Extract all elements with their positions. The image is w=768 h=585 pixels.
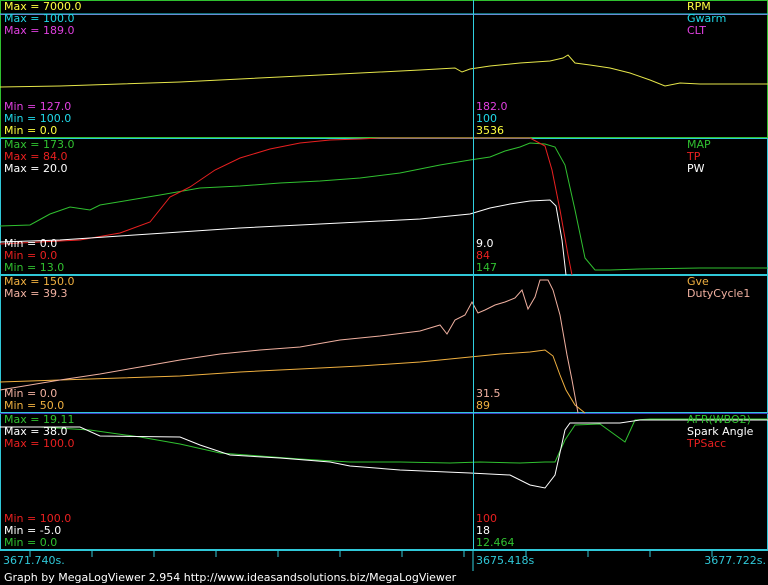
- panel2-cursor-value: 147: [476, 261, 497, 274]
- panel-border-1: [0, 0, 768, 138]
- panel1-cursor-value: 3536: [476, 124, 504, 137]
- panel2-channel-name: PW: [687, 162, 705, 175]
- panel3-channel-name: DutyCycle1: [687, 287, 751, 300]
- panel-border-3: [0, 275, 768, 413]
- panel2-max-label: Max = 20.0: [4, 162, 68, 175]
- footer-credit: Graph by MegaLogViewer 2.954 http://www.…: [0, 571, 768, 585]
- panel4-channel-name: TPSacc: [687, 437, 727, 450]
- time-cursor-label: 3675.418s: [476, 554, 535, 567]
- panel4-max-label: Max = 100.0: [4, 437, 75, 450]
- panel1-min-label: Min = 0.0: [4, 124, 58, 137]
- panel1-channel-name: CLT: [687, 24, 707, 37]
- map-trace: [0, 142, 768, 271]
- log-chart-area[interactable]: Max = 7000.0 Max = 100.0 Max = 189.0 Min = …: [0, 0, 768, 550]
- spark-trace: [0, 419, 768, 489]
- panel3-cursor-value: 89: [476, 399, 490, 412]
- time-start-label: 3671.740s.: [3, 554, 65, 567]
- time-axis-bar[interactable]: 3671.740s. 3675.418s 3677.722s.: [0, 550, 768, 571]
- panel3-max-label: Max = 39.3: [4, 287, 68, 300]
- panel4-min-label: Min = 0.0: [4, 536, 58, 549]
- footer-text: Graph by MegaLogViewer 2.954 http://www.…: [4, 571, 457, 584]
- panel-border-2: [0, 138, 768, 275]
- afr-trace: [0, 418, 768, 464]
- time-axis-ticks: [0, 550, 768, 571]
- panel4-cursor-value: 12.464: [476, 536, 515, 549]
- panel3-min-label: Min = 50.0: [4, 399, 65, 412]
- time-end-label: 3677.722s.: [704, 554, 766, 567]
- rpm-trace: [0, 54, 768, 88]
- log-plot-svg[interactable]: [0, 0, 768, 550]
- panel2-min-label: Min = 13.0: [4, 261, 65, 274]
- gve-trace: [0, 349, 586, 414]
- panel1-max-label: Max = 189.0: [4, 24, 75, 37]
